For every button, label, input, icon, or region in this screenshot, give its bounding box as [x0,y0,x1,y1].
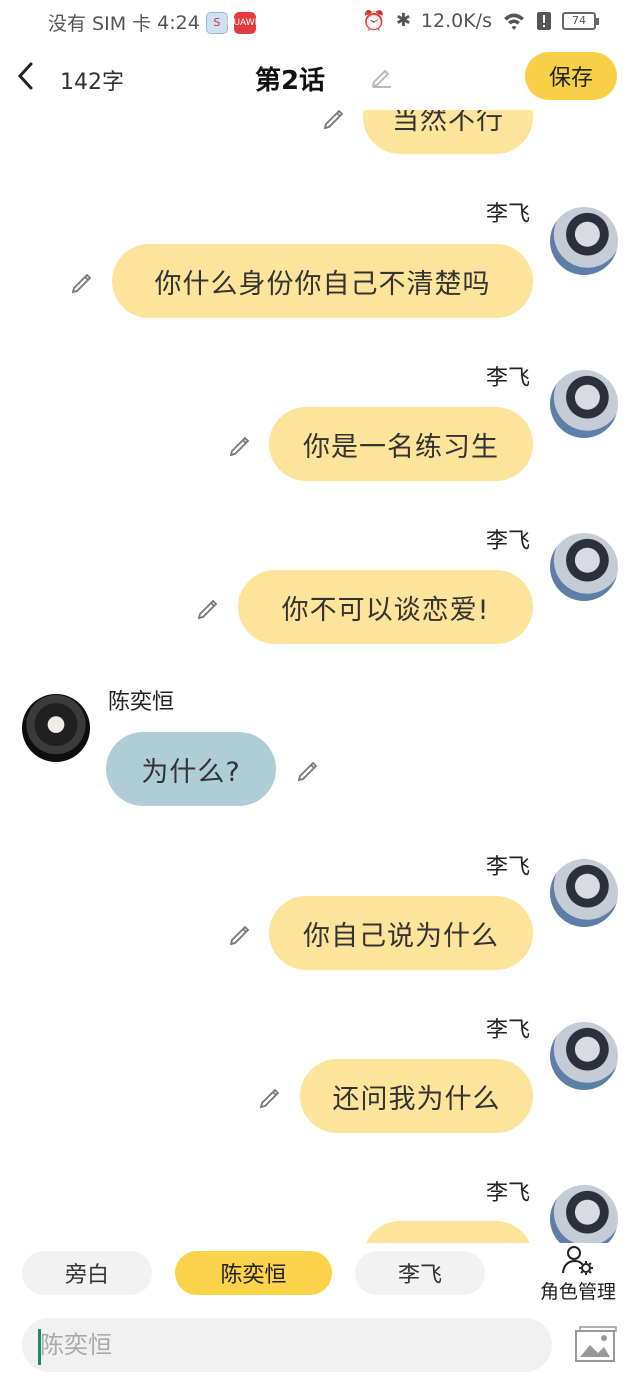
speaker-name: 李飞 [485,1181,530,1206]
speaker-name: 李飞 [485,366,530,391]
speaker-name: 李飞 [485,1018,530,1043]
network-speed: 12.0K/s [420,9,492,32]
avatar[interactable] [550,1022,618,1090]
message-bubble[interactable]: 当然不行 [363,110,533,154]
avatar[interactable] [550,370,618,438]
edit-message-icon[interactable] [322,110,346,130]
message-bubble[interactable]: 你不可以谈恋爱! [238,570,533,644]
input-bar [0,1313,640,1387]
message-bubble[interactable]: 你什么身份你自己不清楚吗 [112,244,533,318]
speaker-name: 李飞 [485,855,530,880]
message-item: 李飞 你是一名练习生 [0,358,640,488]
clock: 4:24 [157,11,200,34]
message-item: 陈奕恒 为什么? [0,682,640,812]
sim-alert-icon [537,11,551,30]
word-count: 142字 [60,70,124,95]
avatar[interactable] [550,533,618,601]
user-settings-icon [562,1246,593,1275]
edit-message-icon[interactable] [70,270,94,294]
role-tab-chen[interactable]: 陈奕恒 [175,1251,332,1295]
image-icon[interactable] [574,1325,618,1363]
message-input[interactable] [22,1318,552,1372]
role-manage-button[interactable]: 角色管理 [530,1243,626,1307]
edit-message-icon[interactable] [296,758,320,782]
message-bubble[interactable]: 为什么? [106,732,276,806]
save-button[interactable]: 保存 [525,52,617,100]
role-tab-narration[interactable]: 旁白 [22,1251,152,1295]
message-item: 李飞 你什么身份你自己不清楚吗 [0,194,640,324]
message-bubble[interactable]: 你是一名练习生 [269,407,533,481]
editor-header: 142字 第2话 保存 [0,44,640,110]
edit-message-icon[interactable] [258,1085,282,1109]
chat-area[interactable]: 当然不行 李飞 你什么身份你自己不清楚吗 李飞 你是一名练习生 李飞 你不可以谈… [0,110,640,1243]
edit-message-icon[interactable] [196,596,220,620]
edit-message-icon[interactable] [228,433,252,457]
avatar[interactable] [550,1185,618,1243]
battery-icon: 74 [562,11,599,30]
message-item: 李飞 你自己说为什么 [0,847,640,977]
avatar[interactable] [550,207,618,275]
chevron-left-icon [17,62,33,90]
chapter-title[interactable]: 第2话 [240,60,340,97]
status-bar: 没有 SIM 卡 4:24 S HUAWEI ⏰ ✱ 12.0K/s 74 [0,0,640,44]
speaker-name: 陈奕恒 [108,690,175,715]
message-item: 李飞 [0,1173,640,1243]
speaker-name: 李飞 [485,529,530,554]
text-caret [38,1329,41,1365]
speaker-name: 李飞 [485,202,530,227]
message-item: 李飞 你不可以谈恋爱! [0,521,640,651]
edit-message-icon[interactable] [228,922,252,946]
edit-title-icon[interactable] [370,64,394,88]
bluetooth-icon: ✱ [395,10,411,31]
role-manage-label: 角色管理 [539,1281,616,1303]
huawei-app-icon: HUAWEI [227,11,263,34]
role-selector: 旁白 陈奕恒 李飞 角色管理 [0,1243,640,1313]
message-bubble[interactable]: 还问我为什么 [300,1059,533,1133]
message-item: 当然不行 [0,110,640,166]
carrier-text: 没有 SIM 卡 [48,13,152,35]
message-item: 李飞 还问我为什么 [0,1010,640,1140]
app-notification-icon: S [205,11,228,34]
avatar[interactable] [550,859,618,927]
back-button[interactable] [10,58,40,94]
role-tab-li[interactable]: 李飞 [355,1251,485,1295]
wifi-icon [504,13,524,30]
avatar[interactable] [22,694,90,762]
message-bubble[interactable] [363,1221,533,1243]
alarm-icon: ⏰ [362,10,386,32]
message-bubble[interactable]: 你自己说为什么 [269,896,533,970]
